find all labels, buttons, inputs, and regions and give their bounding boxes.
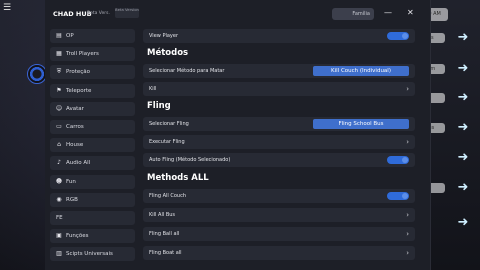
sidebar-item-teleporte[interactable]: ⚑ Teleporte bbox=[50, 83, 135, 98]
sidebar-item-funcoes[interactable]: ▣ Funções bbox=[50, 229, 135, 244]
sidebar-item-label: Teleporte bbox=[66, 87, 92, 94]
person-icon: ☺ bbox=[55, 104, 63, 112]
sidebar-item-label: Troll Players bbox=[66, 51, 99, 58]
execute-fling-button[interactable]: Executar Fling › bbox=[143, 135, 415, 149]
hub-window: CHAD HUB Beta Vers. Beta Version Família… bbox=[45, 0, 431, 270]
chevron-right-icon: › bbox=[406, 230, 409, 238]
arrow-right-icon[interactable]: ➜ bbox=[456, 181, 470, 195]
fling-ball-all-label: Fling Ball all bbox=[149, 231, 180, 237]
sidebar-item-scripts-universais[interactable]: ▥ Scipts Universais bbox=[50, 247, 135, 262]
sidebar-item-audio-all[interactable]: ♪ Audio All bbox=[50, 156, 135, 171]
section-title-fling: Fling bbox=[147, 101, 171, 111]
sidebar-item-label: Avatar bbox=[66, 105, 84, 112]
chevron-right-icon: › bbox=[406, 138, 409, 146]
minimize-icon[interactable]: — bbox=[384, 7, 392, 19]
toggle-knob bbox=[402, 33, 408, 39]
chevron-right-icon: › bbox=[406, 211, 409, 219]
kill-label: Kill bbox=[149, 86, 157, 92]
sidebar-item-avatar[interactable]: ☺ Avatar bbox=[50, 101, 135, 116]
arrow-right-icon[interactable]: ➜ bbox=[456, 121, 470, 135]
sidebar-item-label: Scipts Universais bbox=[66, 251, 113, 258]
fling-all-couch-label: Fling All Couch bbox=[149, 193, 187, 199]
auto-fling-label: Auto Fling (Método Selecionado) bbox=[149, 157, 231, 163]
section-title-methods-all: Methods ALL bbox=[147, 173, 209, 183]
chevron-right-icon: › bbox=[406, 249, 409, 257]
sidebar-item-label: OP bbox=[66, 33, 74, 39]
select-method-dropdown[interactable]: Selecionar Método para Matar Kill Couch … bbox=[143, 64, 415, 78]
select-fling-label: Selecionar Fling bbox=[149, 121, 189, 127]
house-icon: ⌂ bbox=[57, 141, 61, 149]
grid-icon: ▦ bbox=[56, 50, 62, 58]
view-player-toggle[interactable] bbox=[387, 32, 409, 40]
view-player-toggle-row[interactable]: View Player bbox=[143, 29, 415, 43]
car-icon: ▭ bbox=[56, 122, 62, 130]
kill-all-bus-button[interactable]: Kill All Bus › bbox=[143, 208, 415, 222]
close-icon[interactable]: ✕ bbox=[407, 7, 414, 19]
version-badge: Beta Version bbox=[115, 7, 139, 18]
fling-boat-all-button[interactable]: Fling Boat all › bbox=[143, 246, 415, 260]
sidebar-item-troll-players[interactable]: ▦ Troll Players bbox=[50, 47, 135, 62]
sidebar-item-label: RGB bbox=[66, 196, 78, 203]
sidebar: ▤ OP ▦ Troll Players ⛨ Proteção ⚑ Teleporte … bbox=[50, 29, 135, 265]
function-icon: ▣ bbox=[56, 232, 62, 240]
arrow-right-icon[interactable]: ➜ bbox=[456, 91, 470, 105]
sidebar-item-fun[interactable]: ☻ Fun bbox=[50, 174, 135, 189]
sidebar-item-label: Funções bbox=[66, 233, 89, 240]
view-player-label: View Player bbox=[149, 33, 179, 39]
app-title: CHAD HUB bbox=[53, 10, 92, 18]
toggle-knob bbox=[402, 157, 408, 163]
code-icon: ▥ bbox=[56, 250, 62, 258]
arrow-right-icon[interactable]: ➜ bbox=[456, 62, 470, 76]
sidebar-item-label: House bbox=[66, 142, 84, 149]
select-fling-dropdown[interactable]: Selecionar Fling Fling School Bus bbox=[143, 117, 415, 131]
chat-icon[interactable]: ☰ bbox=[3, 3, 11, 13]
shield-icon: ⛨ bbox=[56, 68, 62, 76]
auto-fling-toggle[interactable] bbox=[387, 156, 409, 164]
title-bar: CHAD HUB Beta Vers. Beta Version Família… bbox=[45, 0, 430, 26]
toggle-knob bbox=[402, 193, 408, 199]
arrow-right-icon[interactable]: ➜ bbox=[456, 216, 470, 230]
section-title-metodos: Métodos bbox=[147, 48, 189, 58]
chevron-right-icon: › bbox=[406, 85, 409, 93]
sidebar-item-label: Audio All bbox=[66, 160, 91, 167]
sidebar-item-rgb[interactable]: ◉ RGB bbox=[50, 192, 135, 207]
auto-fling-toggle-row[interactable]: Auto Fling (Método Selecionado) bbox=[143, 153, 415, 167]
sidebar-item-fe[interactable]: FE bbox=[50, 210, 135, 225]
palette-icon: ◉ bbox=[56, 195, 62, 203]
sidebar-item-carros[interactable]: ▭ Carros bbox=[50, 119, 135, 134]
fling-all-couch-toggle-row[interactable]: Fling All Couch bbox=[143, 189, 415, 203]
sidebar-item-label: FE bbox=[56, 214, 63, 221]
sidebar-item-label: Carros bbox=[66, 123, 84, 130]
select-fling-value[interactable]: Fling School Bus bbox=[313, 119, 409, 129]
app-subtitle: Beta Vers. bbox=[87, 11, 110, 16]
background-search: Família bbox=[332, 8, 374, 20]
select-method-label: Selecionar Método para Matar bbox=[149, 68, 225, 74]
sidebar-item-label: Proteção bbox=[66, 69, 91, 76]
arrow-right-icon[interactable]: ➜ bbox=[456, 151, 470, 165]
sidebar-item-op[interactable]: ▤ OP bbox=[50, 29, 135, 43]
select-method-value[interactable]: Kill Couch (Individual) bbox=[313, 66, 409, 76]
sidebar-item-house[interactable]: ⌂ House bbox=[50, 138, 135, 153]
sidebar-item-label: Fun bbox=[66, 178, 76, 185]
flag-icon: ⚑ bbox=[56, 86, 62, 94]
arrow-right-icon[interactable]: ➜ bbox=[456, 31, 470, 45]
fling-ball-all-button[interactable]: Fling Ball all › bbox=[143, 227, 415, 241]
folder-icon: ▤ bbox=[56, 32, 62, 39]
sidebar-item-protecao[interactable]: ⛨ Proteção bbox=[50, 65, 135, 80]
kill-all-bus-label: Kill All Bus bbox=[149, 212, 176, 218]
speaker-icon: ♪ bbox=[57, 159, 61, 167]
execute-fling-label: Executar Fling bbox=[149, 139, 185, 145]
hub-toggle-icon[interactable] bbox=[27, 64, 47, 84]
kill-button[interactable]: Kill › bbox=[143, 82, 415, 96]
fling-boat-all-label: Fling Boat all bbox=[149, 250, 182, 256]
smile-icon: ☻ bbox=[55, 177, 63, 185]
fling-all-couch-toggle[interactable] bbox=[387, 192, 409, 200]
